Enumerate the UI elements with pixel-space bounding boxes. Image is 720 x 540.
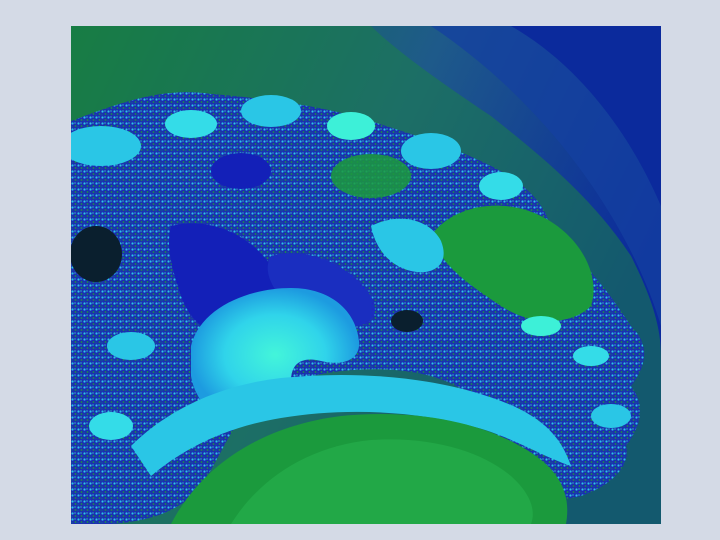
- fractal-graphic: [71, 26, 661, 524]
- dark-core: [391, 310, 423, 332]
- cyan-lobe: [89, 412, 133, 440]
- cyan-lobe: [521, 316, 561, 336]
- cyan-lobe: [401, 133, 461, 169]
- cyan-lobe: [327, 112, 375, 140]
- cyan-lobe: [591, 404, 631, 428]
- cyan-lobe: [241, 95, 301, 127]
- cyan-lobe: [479, 172, 523, 200]
- cyan-lobe: [573, 346, 609, 366]
- blue-channel: [211, 153, 271, 189]
- inner-green-lobe: [331, 154, 411, 198]
- fractal-image: [71, 26, 661, 524]
- dark-core: [71, 226, 122, 282]
- slide-background: [0, 0, 720, 540]
- cyan-lobe: [107, 332, 155, 360]
- cyan-lobe: [165, 110, 217, 138]
